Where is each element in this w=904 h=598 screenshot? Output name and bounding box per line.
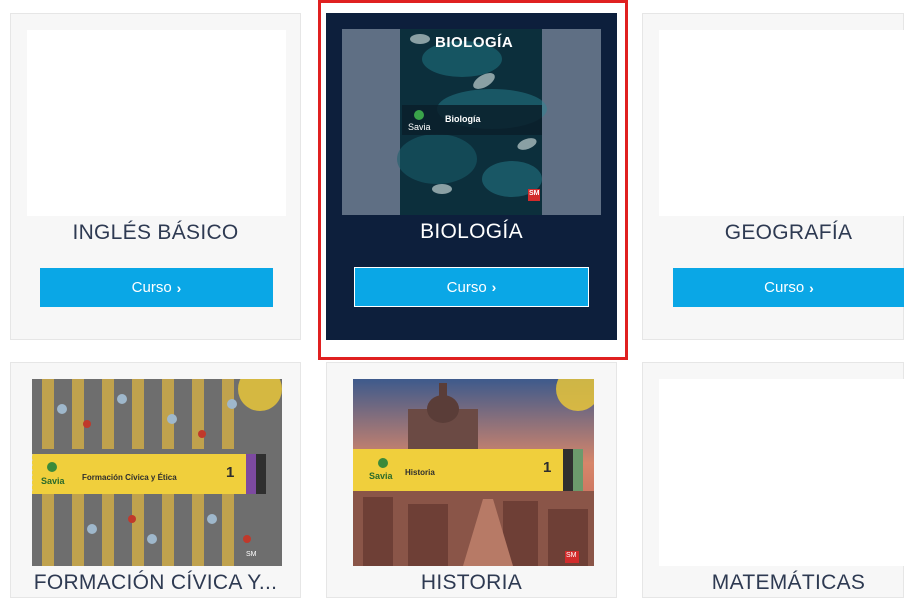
course-title: HISTORIA [420,571,523,594]
cover-subject: Biología [445,114,481,124]
chevron-right-icon: › [176,279,182,296]
course-button[interactable]: Curso › [354,267,589,307]
cover-brand: Savia [41,476,65,486]
course-thumbnail [659,30,904,216]
course-card-ingles-basico[interactable]: INGLÉS BÁSICO Curso › [10,13,301,340]
cover-publisher: SM [566,552,577,559]
course-thumbnail: Savia Historia 1 SM [353,379,594,566]
course-title: BIOLOGÍA [420,220,523,243]
cover-subject: Formación Cívica y Ética [82,473,177,482]
course-card-geografia[interactable]: GEOGRAFÍA Curso › [642,13,904,340]
course-thumbnail [27,30,286,216]
button-label: Curso [131,279,172,296]
cover-publisher: SM [246,551,257,558]
course-thumbnail [659,379,904,566]
chevron-right-icon: › [809,279,814,296]
cover-grade: 1 [226,464,235,481]
cover-grade: 1 [543,459,552,476]
course-title: INGLÉS BÁSICO [72,221,239,244]
course-button[interactable]: Curso › [40,268,273,307]
cover-brand: Savia [408,122,431,132]
cover-publisher: SM [529,190,540,197]
course-thumbnail: Savia Formación Cívica y Ética 1 SM [32,379,282,566]
course-card-historia[interactable]: Savia Historia 1 SM HISTORIA [326,362,617,598]
course-card-matematicas[interactable]: MATEMÁTICAS [642,362,904,598]
cover-brand: Savia [369,471,393,481]
cover-subject: Historia [405,468,435,477]
cover-title: BIOLOGÍA [435,34,514,51]
course-title: MATEMÁTICAS [711,571,866,594]
course-button[interactable]: Curso › [673,268,904,307]
course-title: GEOGRAFÍA [724,221,853,244]
button-label: Curso [764,279,805,296]
course-thumbnail: BIOLOGÍA Savia Biología SM [342,29,601,215]
button-label: Curso [446,278,487,296]
chevron-right-icon: › [491,279,497,295]
course-title: FORMACIÓN CÍVICA Y... [33,571,278,594]
course-card-biologia[interactable]: BIOLOGÍA Savia Biología SM BIOLOGÍA Curs… [326,13,617,340]
course-card-formacion-civica[interactable]: Savia Formación Cívica y Ética 1 SM FORM… [10,362,301,598]
